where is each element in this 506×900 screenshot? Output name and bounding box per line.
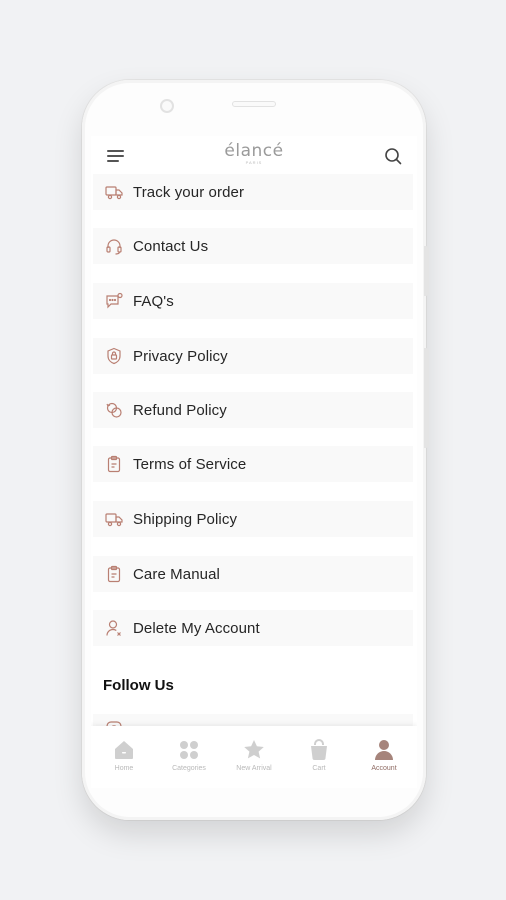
menu-item-label: Refund Policy [133, 401, 227, 419]
refund-icon [106, 402, 122, 418]
menu-item-label: FAQ's [133, 292, 174, 310]
bag-icon [311, 739, 327, 760]
nav-label: Account [371, 765, 397, 772]
nav-label: Cart [312, 765, 326, 772]
power-button [424, 348, 429, 448]
menu-item-contact-us[interactable]: Contact Us [93, 228, 413, 264]
grid-icon [180, 741, 198, 759]
brand-logo[interactable]: élancé PARIS [211, 142, 297, 165]
menu-item-shipping-policy[interactable]: Shipping Policy [93, 501, 413, 537]
menu-item-label: Contact Us [133, 237, 209, 255]
nav-categories[interactable]: Categories [159, 738, 219, 772]
nav-label: Categories [172, 765, 206, 772]
nav-account[interactable]: Account [354, 738, 414, 772]
shield-lock-icon [107, 347, 121, 365]
nav-cart[interactable]: Cart [289, 738, 349, 772]
search-icon[interactable] [383, 146, 403, 166]
bottom-navigation: Home Categories New Arrival Cart Account [91, 726, 417, 788]
headset-icon [106, 239, 122, 255]
star-icon [244, 740, 264, 759]
menu-item-label: Shipping Policy [133, 510, 238, 528]
top-app-bar: élancé PARIS [91, 136, 417, 176]
truck-icon [105, 513, 123, 527]
nav-home[interactable]: Home [94, 738, 154, 772]
truck-icon [105, 186, 123, 200]
menu-item-label: Care Manual [133, 565, 220, 583]
camera-dot [160, 99, 174, 113]
user-delete-icon [106, 620, 121, 636]
menu-item-refund-policy[interactable]: Refund Policy [93, 392, 413, 428]
nav-label: Home [114, 765, 134, 772]
menu-icon[interactable] [107, 150, 124, 162]
nav-new-arrival[interactable]: New Arrival [224, 738, 284, 772]
speaker-slot [232, 101, 276, 107]
volume-button [424, 246, 429, 296]
menu-item-label: Privacy Policy [133, 347, 228, 365]
menu-item-privacy-policy[interactable]: Privacy Policy [93, 338, 413, 374]
menu-item-label: Terms of Service [133, 455, 247, 473]
nav-label: New Arrival [236, 765, 272, 772]
user-icon [375, 740, 393, 760]
menu-item-track-order[interactable]: Track your order [93, 174, 413, 210]
chat-question-icon [106, 292, 123, 309]
home-icon [115, 741, 133, 759]
app-screen: élancé PARIS Track your order Contact Us… [91, 136, 417, 788]
clipboard-icon [107, 565, 121, 583]
menu-item-faqs[interactable]: FAQ's [93, 283, 413, 319]
menu-item-label: Track your order [133, 183, 245, 201]
menu-item-terms-of-service[interactable]: Terms of Service [93, 446, 413, 482]
logo-text: élancé [224, 141, 284, 161]
follow-us-heading: Follow Us [103, 677, 174, 694]
menu-item-delete-account[interactable]: Delete My Account [93, 610, 413, 646]
clipboard-icon [107, 455, 121, 473]
menu-item-care-manual[interactable]: Care Manual [93, 556, 413, 592]
menu-item-label: Delete My Account [133, 619, 260, 637]
